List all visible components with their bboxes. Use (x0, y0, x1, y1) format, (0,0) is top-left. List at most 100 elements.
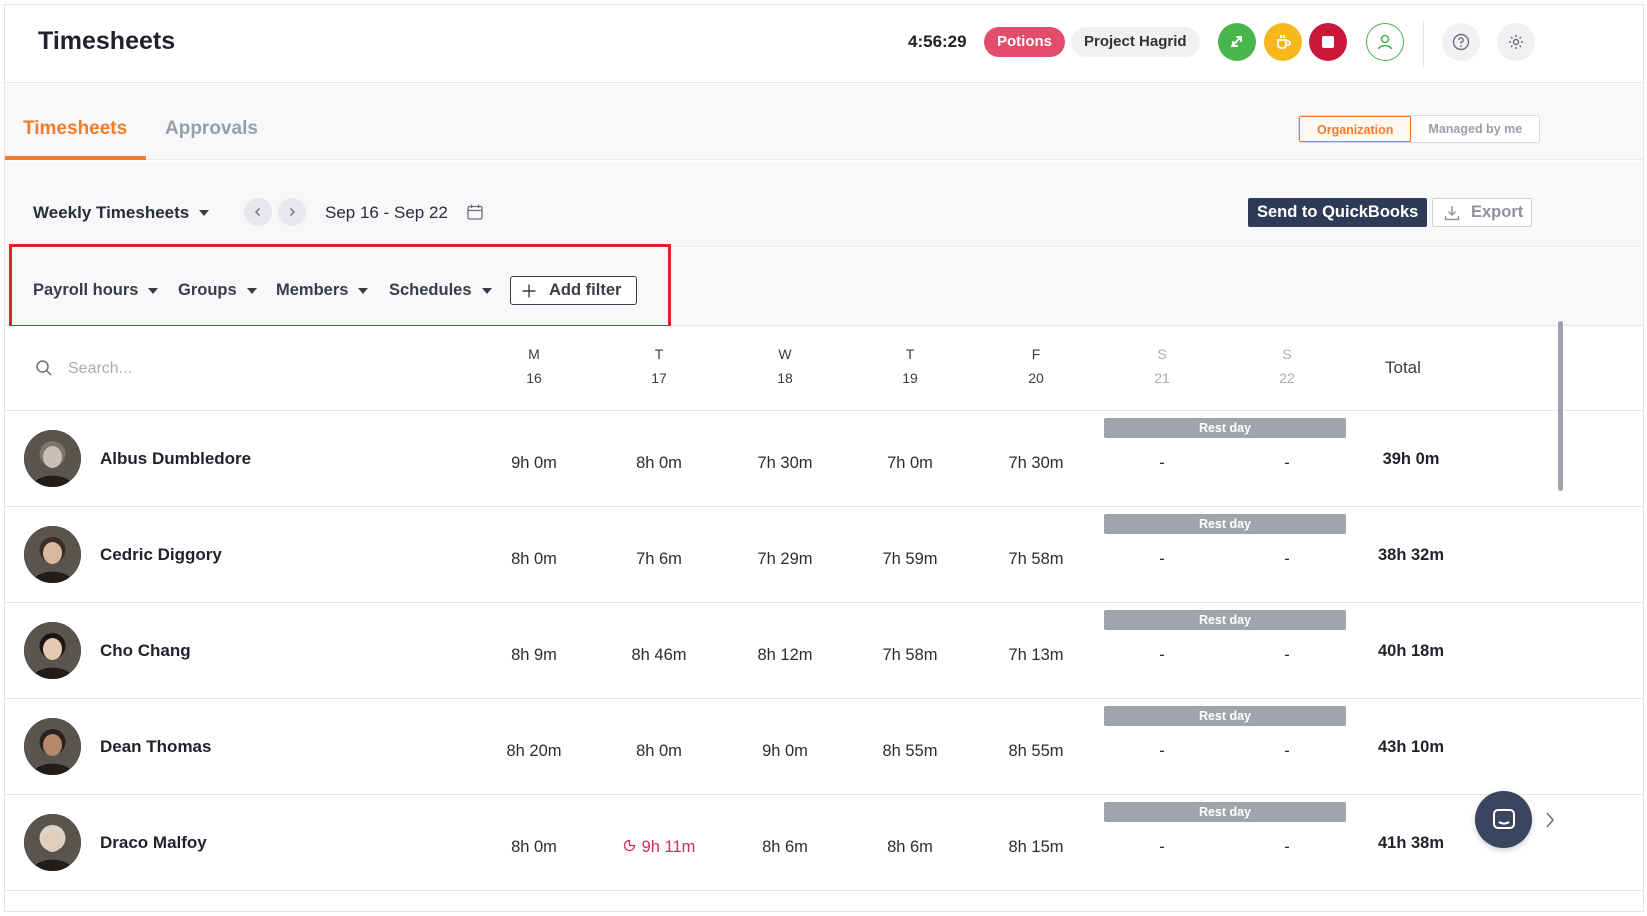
member-name[interactable]: Dean Thomas (100, 737, 211, 757)
active-tab-indicator (5, 156, 146, 160)
hours-cell[interactable]: 9h 0m (484, 454, 584, 473)
hours-cell[interactable]: - (1112, 742, 1212, 761)
day-letter: S (1282, 346, 1292, 362)
search-input[interactable] (68, 357, 268, 381)
hours-cell[interactable]: - (1112, 550, 1212, 569)
hours-cell[interactable]: 8h 0m (609, 742, 709, 761)
filter-members[interactable]: Members (276, 281, 369, 300)
task-badge[interactable]: Potions (984, 27, 1065, 57)
member-name[interactable]: Draco Malfoy (100, 833, 207, 853)
help-button[interactable] (1442, 23, 1480, 61)
hours-cell[interactable]: - (1112, 454, 1212, 473)
filter-schedules[interactable]: Schedules (389, 281, 492, 300)
member-name[interactable]: Albus Dumbledore (100, 449, 251, 469)
hours-cell[interactable]: 7h 0m (860, 454, 960, 473)
hours-value: 7h 58m (882, 646, 938, 664)
hours-cell[interactable]: 7h 13m (986, 646, 1086, 665)
table-row[interactable]: Cho Chang Rest day 8h 9m 8h 46m 8h 12m 7h 58m… (5, 603, 1643, 699)
add-filter-button[interactable]: Add filter (510, 276, 637, 305)
hours-cell[interactable]: 8h 9m (484, 646, 584, 665)
hours-cell[interactable]: 8h 0m (484, 550, 584, 569)
table-row[interactable]: Dean Thomas Rest day 8h 20m 8h 0m 9h 0m 8h 55… (5, 699, 1643, 795)
hours-cell[interactable]: 7h 58m (860, 646, 960, 665)
hours-cell[interactable]: 8h 12m (735, 646, 835, 665)
member-name[interactable]: Cho Chang (100, 641, 191, 661)
scope-managed-button[interactable]: Managed by me (1411, 116, 1539, 142)
caret-down-icon (481, 287, 492, 294)
filter-groups[interactable]: Groups (178, 281, 257, 300)
hours-cell[interactable]: 9h 11m (609, 838, 709, 857)
hours-cell[interactable]: 8h 55m (860, 742, 960, 761)
tab-approvals[interactable]: Approvals (165, 118, 258, 140)
day-number: 18 (777, 370, 793, 386)
hours-value: 8h 0m (636, 454, 682, 472)
hours-cell[interactable]: 7h 30m (735, 454, 835, 473)
stop-icon (1322, 36, 1334, 48)
hours-value: - (1284, 838, 1290, 856)
avatar (24, 430, 81, 487)
user-icon (1377, 34, 1393, 50)
next-week-button[interactable] (278, 198, 306, 226)
table-row[interactable]: Albus Dumbledore Rest day 9h 0m 8h 0m 7h 30m… (5, 411, 1643, 507)
rest-day-badge: Rest day (1104, 802, 1346, 822)
switch-task-button[interactable] (1218, 23, 1256, 61)
hours-cell[interactable]: 7h 6m (609, 550, 709, 569)
chat-button[interactable] (1475, 791, 1532, 848)
member-name[interactable]: Cedric Diggory (100, 545, 222, 565)
previous-week-button[interactable] (244, 198, 272, 226)
hours-cell[interactable]: 7h 30m (986, 454, 1086, 473)
hours-cell[interactable]: - (1237, 838, 1337, 857)
hours-cell[interactable]: 8h 0m (609, 454, 709, 473)
hours-cell[interactable]: - (1112, 646, 1212, 665)
send-to-quickbooks-button[interactable]: Send to QuickBooks (1248, 198, 1428, 227)
chat-icon (1492, 808, 1515, 829)
hours-cell[interactable]: 7h 29m (735, 550, 835, 569)
page-title: Timesheets (38, 27, 176, 55)
hours-cell[interactable]: 8h 46m (609, 646, 709, 665)
hours-value: - (1159, 838, 1165, 856)
hours-cell[interactable]: 8h 6m (735, 838, 835, 857)
filter-label: Schedules (389, 281, 472, 299)
hours-value: 8h 46m (631, 646, 687, 664)
hours-value: 9h 0m (511, 454, 557, 472)
filter-label: Groups (178, 281, 237, 299)
table-row[interactable]: Cedric Diggory Rest day 8h 0m 7h 6m 7h 29m 7h… (5, 507, 1643, 603)
chevron-right-icon (1546, 812, 1555, 828)
hours-cell[interactable]: 7h 59m (860, 550, 960, 569)
hours-value: 8h 9m (511, 646, 557, 664)
filter-payroll-hours[interactable]: Payroll hours (33, 281, 159, 300)
expand-panel-button[interactable] (1544, 810, 1556, 835)
stop-timer-button[interactable] (1309, 23, 1347, 61)
break-button[interactable] (1264, 23, 1302, 61)
scrollbar[interactable] (1558, 321, 1563, 491)
hours-cell[interactable]: 8h 20m (484, 742, 584, 761)
table-row[interactable]: Draco Malfoy Rest day 8h 0m 9h 11m 8h 6m 8h 6… (5, 795, 1643, 891)
export-button[interactable]: Export (1432, 198, 1533, 227)
hours-value: - (1284, 550, 1290, 568)
hours-cell[interactable]: 9h 0m (735, 742, 835, 761)
calendar-button[interactable] (466, 203, 484, 226)
hours-value: 8h 55m (882, 742, 938, 760)
hours-cell[interactable]: - (1237, 454, 1337, 473)
hours-cell[interactable]: 8h 55m (986, 742, 1086, 761)
hours-cell[interactable]: 8h 6m (860, 838, 960, 857)
hours-value: 8h 6m (762, 838, 808, 856)
hours-cell[interactable]: - (1112, 838, 1212, 857)
view-select-label: Weekly Timesheets (33, 203, 190, 222)
scope-organization-button[interactable]: Organization (1299, 116, 1412, 142)
hours-cell[interactable]: 8h 15m (986, 838, 1086, 857)
hours-cell[interactable]: - (1237, 742, 1337, 761)
tab-timesheets[interactable]: Timesheets (23, 118, 127, 140)
filter-label: Members (276, 281, 349, 299)
hours-cell[interactable]: 7h 58m (986, 550, 1086, 569)
total-column-header: Total (1385, 358, 1421, 377)
avatar (24, 814, 81, 871)
project-badge[interactable]: Project Hagrid (1071, 27, 1200, 57)
view-select[interactable]: Weekly Timesheets (33, 203, 210, 223)
user-menu-button[interactable] (1366, 23, 1404, 61)
hours-value: 9h 11m (641, 838, 696, 856)
settings-button[interactable] (1497, 23, 1535, 61)
hours-cell[interactable]: 8h 0m (484, 838, 584, 857)
hours-cell[interactable]: - (1237, 646, 1337, 665)
hours-cell[interactable]: - (1237, 550, 1337, 569)
